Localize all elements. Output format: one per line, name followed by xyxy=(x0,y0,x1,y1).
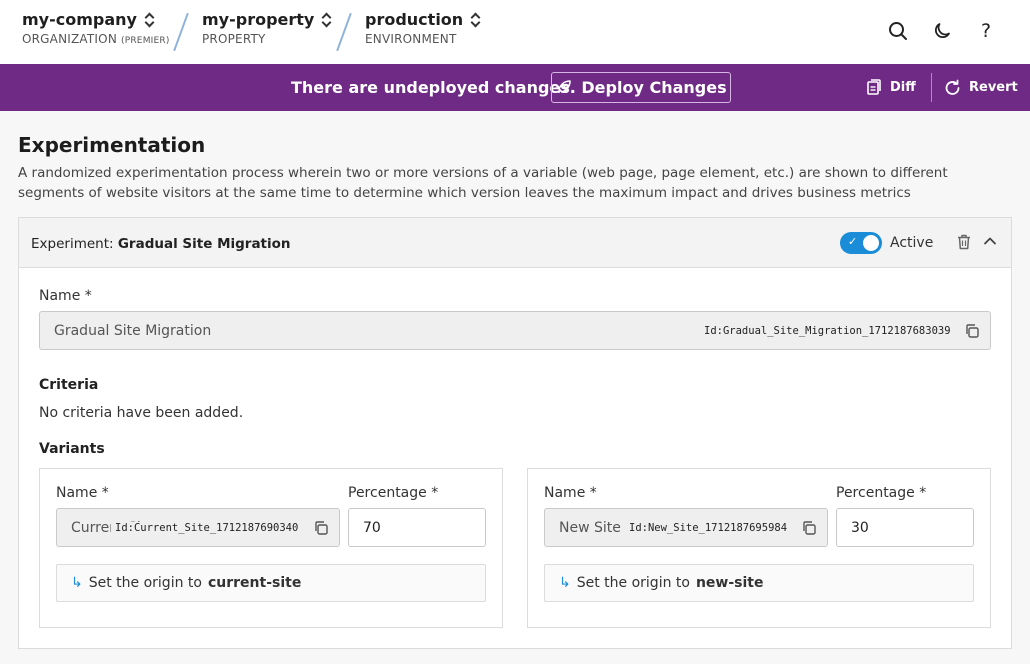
arrow-turn-icon: ↳ xyxy=(559,575,571,591)
variant-id: Id:Current_Site_1712187690340 xyxy=(111,522,299,534)
experiment-id: Id:Gradual_Site_Migration_1712187683039 xyxy=(700,325,951,337)
banner-divider xyxy=(931,73,932,102)
variant-name-value: New Site xyxy=(559,520,621,536)
chevron-up-icon[interactable] xyxy=(983,234,997,252)
revert-icon xyxy=(945,79,960,95)
experiment-title: Experiment: Gradual Site Migration xyxy=(31,236,291,252)
property-label: PROPERTY xyxy=(202,32,266,46)
variant-percentage-input[interactable] xyxy=(348,508,486,547)
variant-card-new-site: Name * Percentage * New Site Id:New_Site… xyxy=(527,468,991,628)
set-origin-current-site[interactable]: ↳ Set the origin to current-site xyxy=(56,564,486,602)
deploy-changes-button[interactable]: Deploy Changes xyxy=(551,72,731,103)
name-label: Name * xyxy=(39,288,92,304)
origin-prefix: Set the origin to xyxy=(88,575,202,591)
main-content: Experimentation A randomized experimenta… xyxy=(0,111,1030,664)
variant-name-field[interactable]: New Site Id:New_Site_1712187695984 xyxy=(544,508,828,547)
experiment-header[interactable]: Experiment: Gradual Site Migration ✓ Act… xyxy=(19,218,1011,268)
trash-icon[interactable] xyxy=(957,234,971,254)
page-title: Experimentation xyxy=(18,133,206,157)
variant-percentage-label: Percentage * xyxy=(348,485,439,501)
variant-card-current-site: Name * Percentage * Current Site Id:Curr… xyxy=(39,468,503,628)
variant-name-field[interactable]: Current Site Id:Current_Site_17121876903… xyxy=(56,508,340,547)
environment-name: production xyxy=(365,10,464,29)
active-label: Active xyxy=(890,235,934,251)
deploy-changes-label: Deploy Changes xyxy=(581,78,727,97)
experiment-name-field[interactable]: Gradual Site Migration Id:Gradual_Site_M… xyxy=(39,311,991,350)
variant-percentage-label: Percentage * xyxy=(836,485,927,501)
variant-percentage-input[interactable] xyxy=(836,508,974,547)
revert-label: Revert xyxy=(969,80,1018,95)
property-name: my-property xyxy=(202,10,315,29)
organization-label: ORGANIZATION xyxy=(22,32,117,46)
chevron-updown-icon xyxy=(471,12,481,28)
chevron-updown-icon xyxy=(322,12,332,28)
banner-message: There are undeployed changes. xyxy=(291,78,576,97)
rocket-icon xyxy=(558,79,572,93)
organization-name: my-company xyxy=(22,10,137,29)
experiment-prefix: Experiment: xyxy=(31,236,118,252)
breadcrumb-divider xyxy=(336,12,352,52)
breadcrumb-organization[interactable]: my-company ORGANIZATION (PREMIER) xyxy=(22,10,170,46)
copy-icon[interactable] xyxy=(801,520,817,540)
diff-icon xyxy=(867,79,881,95)
variant-name-label: Name * xyxy=(56,485,109,501)
diff-button[interactable]: Diff xyxy=(866,79,916,96)
check-icon: ✓ xyxy=(848,235,858,248)
moon-icon[interactable] xyxy=(930,19,954,43)
breadcrumb-environment[interactable]: production ENVIRONMENT xyxy=(365,10,481,46)
variants-heading: Variants xyxy=(39,441,105,457)
top-navigation: my-company ORGANIZATION (PREMIER) my-pro… xyxy=(0,0,1030,64)
variant-name-label: Name * xyxy=(544,485,597,501)
copy-icon[interactable] xyxy=(313,520,329,540)
plan-badge: (PREMIER) xyxy=(121,36,170,46)
page-description: A randomized experimentation process whe… xyxy=(18,165,948,201)
experiment-name-value: Gradual Site Migration xyxy=(54,323,212,339)
revert-button[interactable]: Revert xyxy=(944,79,1018,96)
chevron-updown-icon xyxy=(145,12,155,28)
criteria-heading: Criteria xyxy=(39,377,99,393)
search-icon[interactable] xyxy=(886,19,910,43)
variant-id: Id:New_Site_1712187695984 xyxy=(625,522,788,534)
diff-label: Diff xyxy=(890,80,916,95)
experiment-card: Experiment: Gradual Site Migration ✓ Act… xyxy=(18,217,1012,649)
criteria-empty-text: No criteria have been added. xyxy=(39,405,244,421)
arrow-turn-icon: ↳ xyxy=(71,575,83,591)
set-origin-new-site[interactable]: ↳ Set the origin to new-site xyxy=(544,564,974,602)
help-icon[interactable]: ? xyxy=(974,19,998,43)
origin-prefix: Set the origin to xyxy=(576,575,690,591)
environment-label: ENVIRONMENT xyxy=(365,32,457,46)
undeployed-changes-banner: There are undeployed changes. Deploy Cha… xyxy=(0,64,1030,111)
breadcrumb-property[interactable]: my-property PROPERTY xyxy=(202,10,332,46)
origin-value: new-site xyxy=(695,575,764,591)
breadcrumb-divider xyxy=(173,12,189,52)
active-toggle[interactable]: ✓ xyxy=(840,232,882,254)
origin-value: current-site xyxy=(207,575,302,591)
experiment-name: Gradual Site Migration xyxy=(117,236,291,252)
copy-icon[interactable] xyxy=(964,323,980,343)
